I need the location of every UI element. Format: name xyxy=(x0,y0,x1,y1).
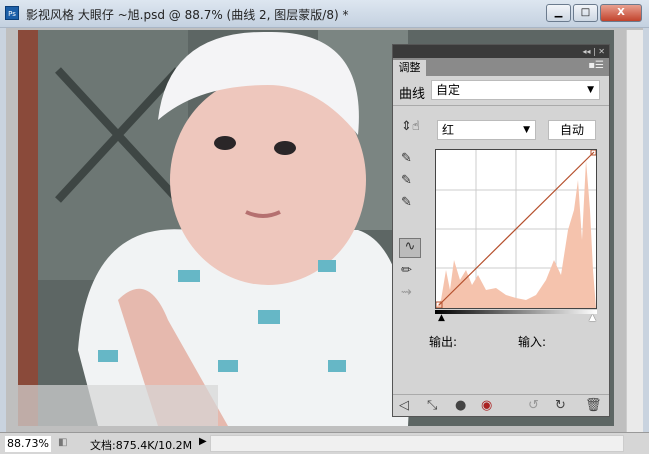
preset-select[interactable]: 自定 ▼ xyxy=(431,80,600,100)
white-eyedropper-icon[interactable]: ✎ xyxy=(401,195,412,210)
smooth-curve-icon[interactable]: ⇝ xyxy=(401,285,412,300)
horizontal-scrollbar[interactable] xyxy=(210,435,624,452)
curves-graph[interactable] xyxy=(435,149,597,309)
white-point-slider[interactable]: ▲ xyxy=(589,313,596,323)
status-menu-arrow-icon[interactable]: ▶ xyxy=(199,436,207,447)
close-button[interactable]: X xyxy=(600,4,642,22)
zoom-level-field[interactable]: 88.73% xyxy=(5,436,51,452)
vertical-scrollbar[interactable] xyxy=(626,30,643,434)
maximize-button[interactable]: □ xyxy=(573,4,598,22)
panel-menu-icon[interactable]: ▪☰ xyxy=(588,60,604,71)
minimize-button[interactable]: ▁ xyxy=(546,4,571,22)
expand-view-icon[interactable]: ⤡ xyxy=(427,398,437,413)
window-title: 影视风格 大眼仔 ~旭.psd @ 88.7% (曲线 2, 图层蒙版/8) * xyxy=(26,8,349,22)
input-label: 输入: xyxy=(518,335,547,349)
pencil-tool-icon[interactable]: ✏ xyxy=(401,263,412,278)
gray-eyedropper-icon[interactable]: ✎ xyxy=(401,173,412,188)
curves-label: 曲线 xyxy=(399,87,426,102)
channel-value: 红 xyxy=(442,123,455,137)
channel-select[interactable]: 红 ▼ xyxy=(437,120,536,140)
adjustments-panel: ◂◂ | ✕ 调整 ▪☰ 曲线 自定 ▼ ⇕☝ 红 ▼ 自动 ✎ ✎ ✎ ∿ ✏ ⇝… xyxy=(392,44,610,417)
black-point-slider[interactable]: ▲ xyxy=(438,313,445,323)
visibility-eye-icon[interactable]: ◉ xyxy=(481,398,492,413)
back-arrow-icon[interactable]: ◁ xyxy=(399,398,409,413)
title-bar: Ps 影视风格 大眼仔 ~旭.psd @ 88.7% (曲线 2, 图层蒙版/8… xyxy=(0,0,649,28)
chevron-down-icon: ▼ xyxy=(523,125,530,135)
chevron-down-icon: ▼ xyxy=(587,85,594,95)
preset-value: 自定 xyxy=(436,83,461,97)
on-image-adjust-hand-icon[interactable]: ⇕☝ xyxy=(401,119,420,134)
input-gradient-bar xyxy=(435,310,597,314)
trash-icon[interactable]: 🗑 xyxy=(585,398,602,413)
auto-button[interactable]: 自动 xyxy=(548,120,596,140)
output-label: 输出: xyxy=(429,335,458,349)
panel-header-controls[interactable]: ◂◂ | ✕ xyxy=(393,45,609,58)
black-eyedropper-icon[interactable]: ✎ xyxy=(401,151,412,166)
tab-adjustments[interactable]: 调整 xyxy=(393,60,426,76)
clip-to-layer-icon[interactable]: ● xyxy=(455,398,466,413)
status-bar: 88.73% ◧ 文档:875.4K/10.2M ▶ xyxy=(0,432,649,454)
view-previous-icon[interactable]: ↺ xyxy=(528,398,539,413)
document-size-info: 文档:875.4K/10.2M xyxy=(90,439,193,452)
reset-icon[interactable]: ↻ xyxy=(555,398,566,413)
status-icon[interactable]: ◧ xyxy=(58,437,67,448)
photoshop-app-icon: Ps xyxy=(5,6,19,20)
curve-point-tool-icon[interactable]: ∿ xyxy=(399,238,421,258)
